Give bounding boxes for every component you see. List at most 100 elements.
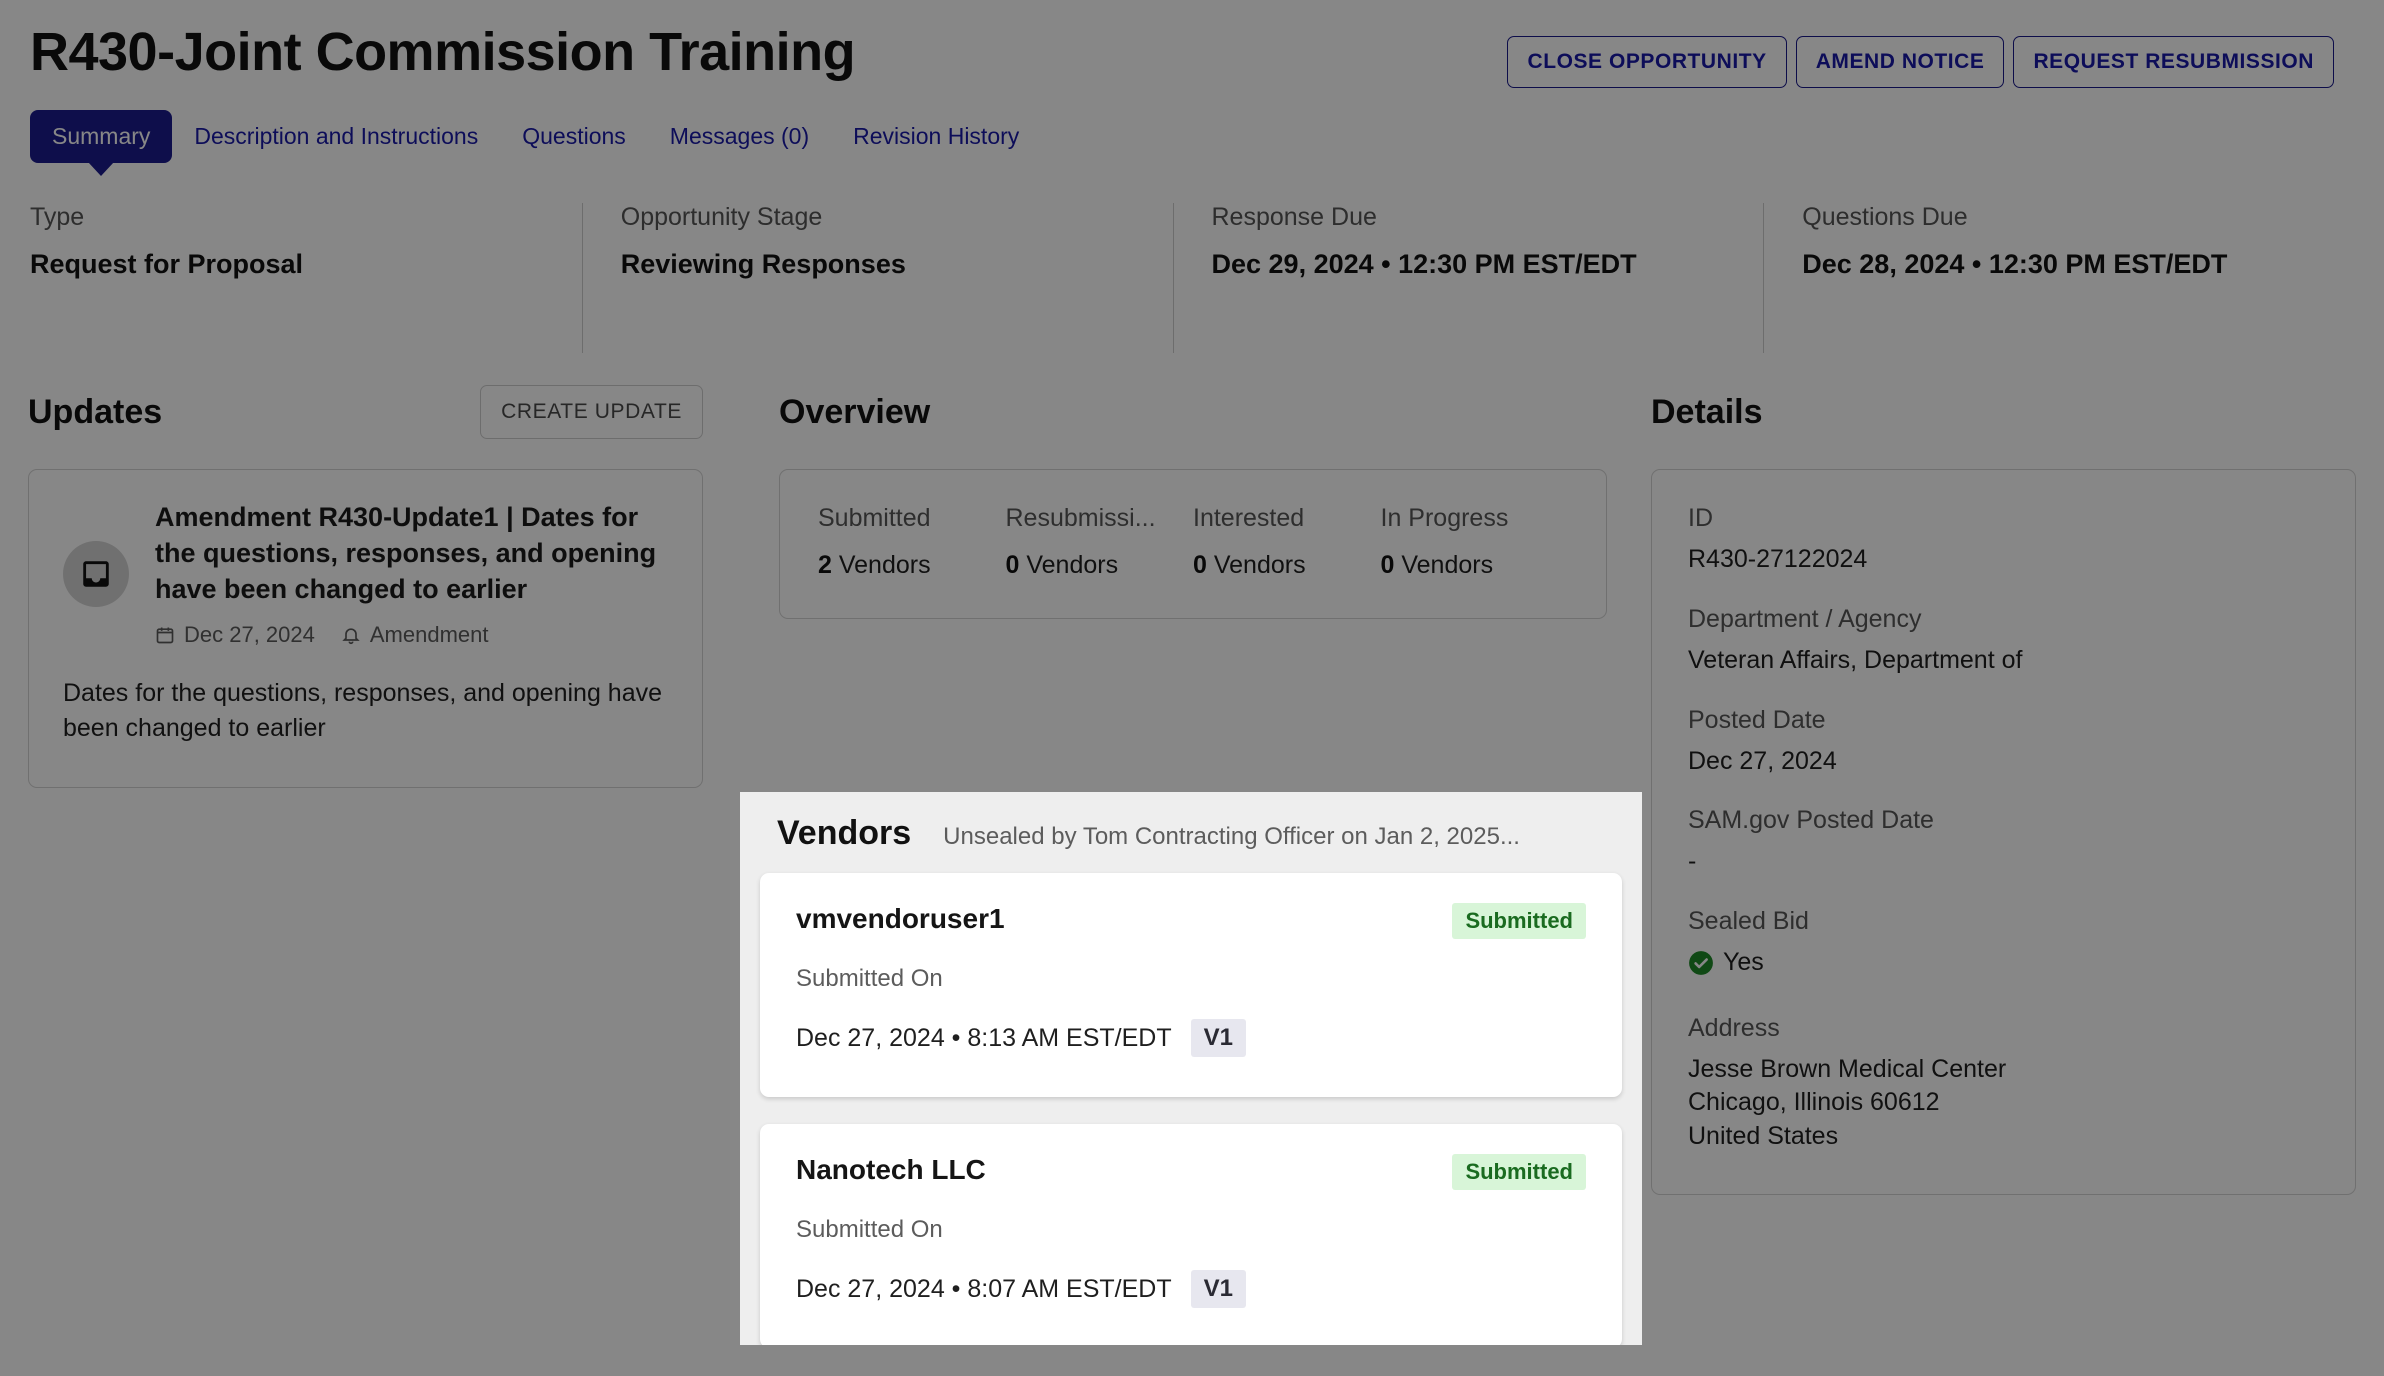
update-card-texts: Amendment R430-Update1 | Dates for the q… xyxy=(155,500,668,648)
detail-label-sealed-bid: Sealed Bid xyxy=(1688,907,1809,935)
detail-value-id: R430-27122024 xyxy=(1688,545,1868,573)
vendor-card-bottom: Dec 27, 2024 • 8:13 AM EST/EDT V1 xyxy=(796,1019,1586,1057)
amend-notice-button[interactable]: AMEND NOTICE xyxy=(1795,36,2005,88)
overview-card: Submitted 2 Vendors Resubmissi... 0 Vend… xyxy=(779,469,1607,619)
summary-label: Type xyxy=(30,203,85,231)
updates-title: Updates xyxy=(28,392,163,431)
summary-field-response-due: Response Due Dec 29, 2024 • 12:30 PM EST… xyxy=(1172,203,1764,353)
status-badge: Submitted xyxy=(1452,1154,1586,1190)
vendors-header: Vendors Unsealed by Tom Contracting Offi… xyxy=(760,792,1622,873)
vendor-submitted-on: Dec 27, 2024 • 8:07 AM EST/EDT xyxy=(796,1274,1172,1303)
details-header: Details xyxy=(1651,383,2356,441)
vendor-submitted-label: Submitted On xyxy=(796,1216,943,1243)
vendor-card-bottom: Dec 27, 2024 • 8:07 AM EST/EDT V1 xyxy=(796,1270,1586,1308)
request-resubmission-button[interactable]: REQUEST RESUBMISSION xyxy=(2013,36,2334,88)
vendors-unsealed-note: Unsealed by Tom Contracting Officer on J… xyxy=(943,823,1520,850)
summary-value: Dec 28, 2024 • 12:30 PM EST/EDT xyxy=(1802,249,2228,279)
inbox-icon xyxy=(63,540,129,607)
sealed-bid-text: Yes xyxy=(1723,948,1764,976)
overview-stat-value: 0 Vendors xyxy=(1193,551,1381,580)
summary-value: Reviewing Responses xyxy=(620,249,906,279)
detail-label-address: Address xyxy=(1688,1013,1780,1042)
vendor-version-chip: V1 xyxy=(1190,1019,1246,1057)
update-date: Dec 27, 2024 xyxy=(155,622,315,648)
detail-label-posted-date: Posted Date xyxy=(1688,705,1826,734)
summary-label: Questions Due xyxy=(1802,203,1968,231)
detail-label-department-agency: Department / Agency xyxy=(1688,604,1922,633)
update-meta: Dec 27, 2024 Amendment xyxy=(155,622,668,648)
page-header: R430-Joint Commission Training CLOSE OPP… xyxy=(0,0,2384,88)
overview-stat-count: 0 xyxy=(1380,551,1395,579)
overview-stat-unit: Vendors xyxy=(1026,551,1119,579)
vendor-submitted-label: Submitted On xyxy=(796,965,943,992)
overview-stat-count: 2 xyxy=(818,551,832,579)
tab-revision-history[interactable]: Revision History xyxy=(831,110,1041,163)
detail-value-department-agency: Veteran Affairs, Department of xyxy=(1688,645,2023,674)
updates-column: Updates CREATE UPDATE Amendment R430-Upd… xyxy=(28,383,743,1195)
overview-stat-value: 0 Vendors xyxy=(1381,551,1569,580)
detail-label-samgov-posted-date: SAM.gov Posted Date xyxy=(1688,806,1934,835)
overview-stat-value: 2 Vendors xyxy=(818,551,1006,580)
vendor-version-chip: V1 xyxy=(1190,1270,1246,1308)
overview-stat-label: Interested xyxy=(1193,504,1305,532)
page-title: R430-Joint Commission Training xyxy=(30,22,856,82)
overview-stat-in-progress: In Progress 0 Vendors xyxy=(1381,504,1569,580)
summary-field-opportunity-stage: Opportunity Stage Reviewing Responses xyxy=(581,203,1173,353)
overview-stat-value: 0 Vendors xyxy=(1006,551,1194,580)
vendor-card[interactable]: vmvendoruser1 Submitted Submitted On Dec… xyxy=(760,873,1622,1097)
status-badge: Submitted xyxy=(1452,903,1586,939)
details-card: ID R430-27122024 Department / Agency Vet… xyxy=(1651,469,2356,1195)
overview-stat-unit: Vendors xyxy=(1213,551,1306,579)
overview-stat-count: 0 xyxy=(1193,551,1207,579)
vendor-card[interactable]: Nanotech LLC Submitted Submitted On Dec … xyxy=(760,1124,1622,1345)
tab-messages[interactable]: Messages (0) xyxy=(648,110,831,163)
check-circle-icon xyxy=(1689,950,1713,975)
details-column: Details ID R430-27122024 Department / Ag… xyxy=(1643,383,2356,1195)
vendor-card-top: Nanotech LLC Submitted xyxy=(796,1154,1586,1190)
summary-value: Dec 29, 2024 • 12:30 PM EST/EDT xyxy=(1211,249,1637,279)
overview-stat-count: 0 xyxy=(1005,551,1020,579)
create-update-button[interactable]: CREATE UPDATE xyxy=(480,385,703,439)
update-card[interactable]: Amendment R430-Update1 | Dates for the q… xyxy=(28,469,703,788)
vendor-name: vmvendoruser1 xyxy=(796,903,1005,934)
vendor-name: Nanotech LLC xyxy=(796,1154,986,1185)
vendor-submitted-on: Dec 27, 2024 • 8:13 AM EST/EDT xyxy=(796,1023,1172,1052)
tab-bar: Summary Description and Instructions Que… xyxy=(0,88,2384,163)
close-opportunity-button[interactable]: CLOSE OPPORTUNITY xyxy=(1507,36,1787,88)
update-type-text: Amendment xyxy=(369,621,489,647)
summary-strip: Type Request for Proposal Opportunity St… xyxy=(30,163,2354,353)
overview-stat-submitted: Submitted 2 Vendors xyxy=(818,504,1006,580)
sealed-bid-indicator: Yes xyxy=(1688,946,1764,980)
detail-value-samgov-posted-date: - xyxy=(1688,847,1697,876)
overview-stat-unit: Vendors xyxy=(838,551,931,579)
overview-stat-label: Resubmissi... xyxy=(1005,504,1156,532)
detail-value-address: Jesse Brown Medical Center Chicago, Illi… xyxy=(1688,1054,2007,1151)
update-card-top: Amendment R430-Update1 | Dates for the q… xyxy=(63,500,668,648)
details-title: Details xyxy=(1651,392,1763,431)
update-body: Dates for the questions, responses, and … xyxy=(63,678,663,743)
tab-summary[interactable]: Summary xyxy=(30,110,173,163)
update-title: Amendment R430-Update1 | Dates for the q… xyxy=(155,502,657,604)
tab-questions[interactable]: Questions xyxy=(500,110,648,163)
update-type: Amendment xyxy=(341,622,489,648)
summary-label: Opportunity Stage xyxy=(620,203,823,231)
summary-field-questions-due: Questions Due Dec 28, 2024 • 12:30 PM ES… xyxy=(1763,203,2354,353)
overview-stat-label: In Progress xyxy=(1380,504,1509,532)
vendors-panel: Vendors Unsealed by Tom Contracting Offi… xyxy=(740,792,1642,1345)
overview-stat-label: Submitted xyxy=(818,504,931,532)
detail-label-id: ID xyxy=(1688,504,1713,532)
updates-header: Updates CREATE UPDATE xyxy=(28,383,703,441)
summary-label: Response Due xyxy=(1211,203,1377,231)
overview-stat-interested: Interested 0 Vendors xyxy=(1193,504,1381,580)
overview-stat-resubmission: Resubmissi... 0 Vendors xyxy=(1006,504,1194,580)
vendors-title: Vendors xyxy=(777,814,912,852)
tab-description-and-instructions[interactable]: Description and Instructions xyxy=(172,110,500,163)
bell-icon xyxy=(342,628,360,644)
header-actions: CLOSE OPPORTUNITY AMEND NOTICE REQUEST R… xyxy=(1507,22,2334,88)
detail-value-posted-date: Dec 27, 2024 xyxy=(1688,746,1837,775)
update-date-text: Dec 27, 2024 xyxy=(184,621,315,647)
summary-field-type: Type Request for Proposal xyxy=(30,203,582,353)
overview-stat-unit: Vendors xyxy=(1401,551,1494,579)
summary-value: Request for Proposal xyxy=(30,249,304,279)
overview-header: Overview xyxy=(779,383,1607,441)
